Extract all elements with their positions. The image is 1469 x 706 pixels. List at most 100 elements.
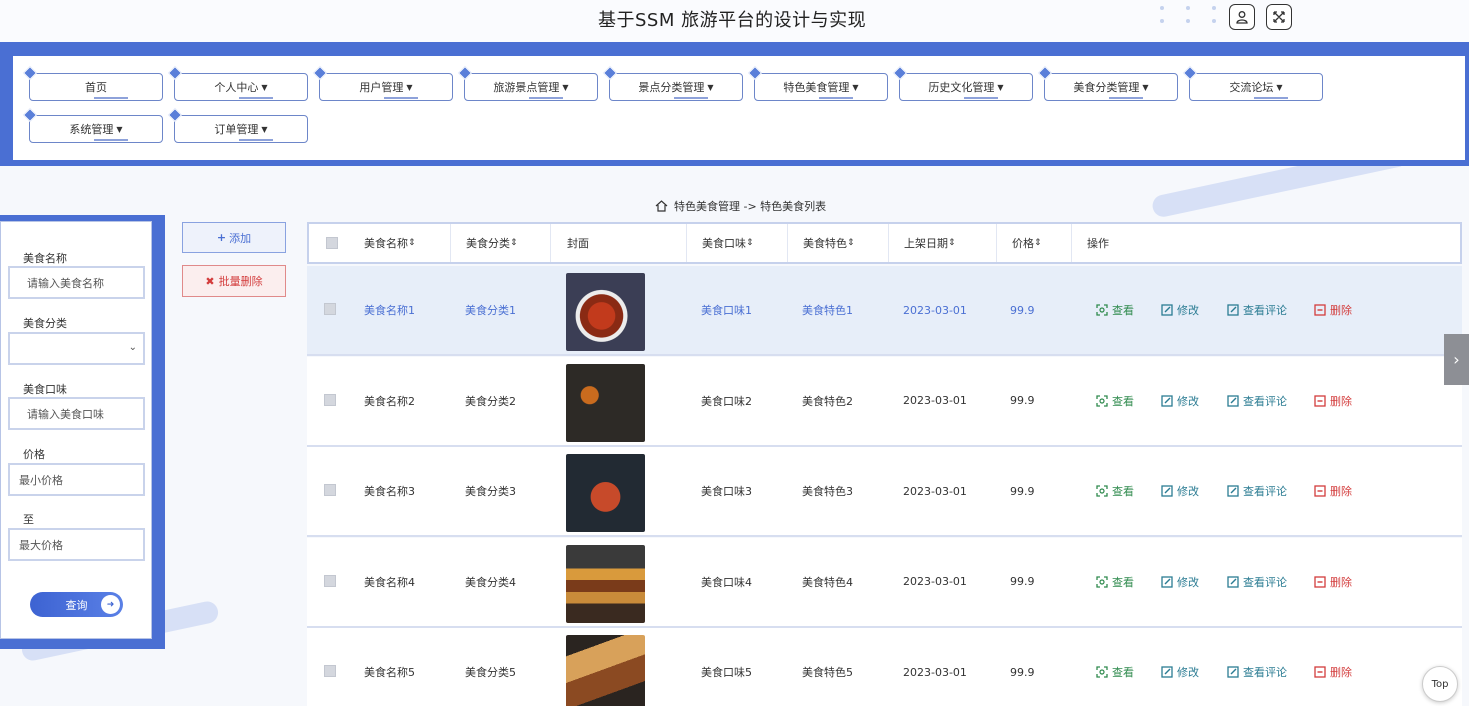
delete-button[interactable]: 删除: [1314, 574, 1352, 590]
column-header-0[interactable]: 美食名称 ⇕: [349, 224, 451, 262]
nav-item-9[interactable]: 系统管理 ▼: [22, 107, 163, 143]
table-row[interactable]: 美食名称3 美食分类3 美食口味3 美食特色3 2023-03-01 99.9 查看 修改 查看…: [307, 447, 1462, 537]
view-button[interactable]: 查看: [1096, 393, 1134, 409]
nav-item-7[interactable]: 美食分类管理 ▼: [1037, 65, 1178, 101]
nav-underline: [1109, 97, 1143, 99]
add-label: 添加: [229, 231, 252, 245]
nav-item-10[interactable]: 订单管理 ▼: [167, 107, 308, 143]
edit-button[interactable]: 修改: [1161, 664, 1199, 680]
view-comments-button[interactable]: 查看评论: [1227, 483, 1287, 499]
edit-button[interactable]: 修改: [1161, 483, 1199, 499]
view-button[interactable]: 查看: [1096, 302, 1134, 318]
row-checkbox[interactable]: [324, 484, 336, 496]
column-header-6[interactable]: 价格 ⇕: [997, 224, 1072, 262]
view-button[interactable]: 查看: [1096, 664, 1134, 680]
nav-item-2[interactable]: 用户管理 ▼: [312, 65, 453, 101]
sort-icon: ⇕: [1034, 238, 1042, 248]
row-checkbox[interactable]: [324, 303, 336, 315]
listing-date-cell: 2023-03-01: [903, 303, 967, 317]
minus-box-icon: [1314, 304, 1326, 316]
delete-label: 删除: [1330, 485, 1352, 498]
column-header-3[interactable]: 美食口味 ⇕: [687, 224, 788, 262]
food-category-cell: 美食分类4: [465, 575, 516, 589]
home-icon: [655, 200, 668, 212]
table-header: 美食名称 ⇕ 美食分类 ⇕ 封面 美食口味 ⇕ 美食特色 ⇕ 上架日期 ⇕ 价格 ⇕ 操作: [307, 222, 1462, 264]
column-header-5[interactable]: 上架日期 ⇕: [889, 224, 997, 262]
nav-item-8[interactable]: 交流论坛 ▼: [1182, 65, 1323, 101]
view-comments-button[interactable]: 查看评论: [1227, 393, 1287, 409]
caret-down-icon: ▼: [261, 82, 268, 92]
delete-button[interactable]: 删除: [1314, 302, 1352, 318]
column-header-1[interactable]: 美食分类 ⇕: [451, 224, 551, 262]
minus-box-icon: [1314, 666, 1326, 678]
min-price-input[interactable]: 最小价格: [8, 463, 145, 496]
view-button[interactable]: 查看: [1096, 483, 1134, 499]
nav-item-1[interactable]: 个人中心 ▼: [167, 65, 308, 101]
row-checkbox[interactable]: [324, 665, 336, 677]
nav-item-4[interactable]: 景点分类管理 ▼: [602, 65, 743, 101]
row-checkbox[interactable]: [324, 393, 336, 406]
nav-item-5[interactable]: 特色美食管理 ▼: [747, 65, 888, 101]
user-button[interactable]: [1229, 4, 1255, 30]
caret-down-icon: ▼: [261, 124, 268, 134]
delete-button[interactable]: 删除: [1314, 664, 1352, 680]
food-table: 美食名称 ⇕ 美食分类 ⇕ 封面 美食口味 ⇕ 美食特色 ⇕ 上架日期 ⇕ 价格 ⇕ 操作 美食名称1 美食…: [307, 222, 1462, 706]
select-all-checkbox[interactable]: [326, 237, 338, 249]
food-name-cell: 美食名称1: [364, 304, 415, 317]
sort-icon: ⇕: [948, 238, 956, 248]
food-cover-image: [566, 544, 645, 623]
caret-down-icon: ▼: [707, 82, 714, 92]
next-page-button[interactable]: ›: [1444, 334, 1469, 385]
edit-button[interactable]: 修改: [1161, 574, 1199, 590]
diamond-icon: [602, 65, 618, 81]
view-icon: [1096, 666, 1108, 678]
nav-item-3[interactable]: 旅游景点管理 ▼: [457, 65, 598, 101]
table-row[interactable]: 美食名称2 美食分类2 美食口味2 美食特色2 2023-03-01 99.9 查看 修改 查看…: [307, 356, 1462, 447]
sort-icon: ⇕: [847, 238, 855, 248]
column-header-4[interactable]: 美食特色 ⇕: [788, 224, 889, 262]
delete-button[interactable]: 删除: [1314, 483, 1352, 499]
column-header-label: 封面: [567, 237, 589, 250]
max-price-input[interactable]: 最大价格: [8, 528, 145, 561]
edit-label: 修改: [1177, 394, 1199, 408]
table-row[interactable]: 美食名称4 美食分类4 美食口味4 美食特色4 2023-03-01 99.9 查看 修改 查看…: [307, 537, 1462, 628]
add-button[interactable]: + 添加: [182, 222, 286, 253]
view-icon: [1096, 304, 1108, 316]
food-name-input[interactable]: 请输入美食名称: [8, 266, 145, 299]
query-button[interactable]: 查询 ➜: [30, 592, 123, 617]
row-checkbox[interactable]: [324, 574, 336, 587]
price-cell: 99.9: [1010, 575, 1035, 588]
table-row[interactable]: 美食名称5 美食分类5 美食口味5 美食特色5 2023-03-01 99.9 查看 修改 查看…: [307, 628, 1462, 706]
food-category-cell: 美食分类3: [465, 485, 516, 498]
diamond-icon: [457, 65, 473, 81]
nav-underline: [239, 139, 273, 141]
view-comments-button[interactable]: 查看评论: [1227, 664, 1287, 680]
food-taste-input[interactable]: 请输入美食口味: [8, 397, 145, 430]
edit-icon: [1161, 304, 1173, 316]
edit-button[interactable]: 修改: [1161, 302, 1199, 318]
nav-item-0[interactable]: 首页: [22, 65, 163, 101]
sort-icon: ⇕: [510, 238, 518, 248]
fullscreen-button[interactable]: [1266, 4, 1292, 30]
nav-underline: [94, 139, 128, 141]
edit-button[interactable]: 修改: [1161, 393, 1199, 409]
column-header-label: 美食分类: [466, 237, 510, 250]
view-comments-button[interactable]: 查看评论: [1227, 574, 1287, 590]
table-row[interactable]: 美食名称1 美食分类1 美食口味1 美食特色1 2023-03-01 99.9 查看 修改 查看…: [307, 266, 1462, 356]
nav-underline: [529, 97, 563, 99]
back-to-top-button[interactable]: Top: [1422, 666, 1458, 702]
caret-down-icon: ▼: [116, 124, 123, 134]
nav-item-6[interactable]: 历史文化管理 ▼: [892, 65, 1033, 101]
user-icon: [1236, 11, 1248, 24]
delete-button[interactable]: 删除: [1314, 393, 1352, 409]
nav-item-label: 旅游景点管理: [493, 81, 560, 94]
query-label: 查询: [65, 598, 88, 612]
view-comments-button[interactable]: 查看评论: [1227, 302, 1287, 318]
view-button[interactable]: 查看: [1096, 574, 1134, 590]
fullscreen-icon: [1273, 11, 1285, 23]
edit-icon: [1227, 485, 1239, 497]
food-category-select[interactable]: ⌄: [8, 332, 145, 365]
view-label: 查看: [1112, 485, 1134, 498]
caret-down-icon: ▼: [997, 82, 1004, 92]
batch-delete-button[interactable]: ✖ 批量删除: [182, 265, 286, 297]
